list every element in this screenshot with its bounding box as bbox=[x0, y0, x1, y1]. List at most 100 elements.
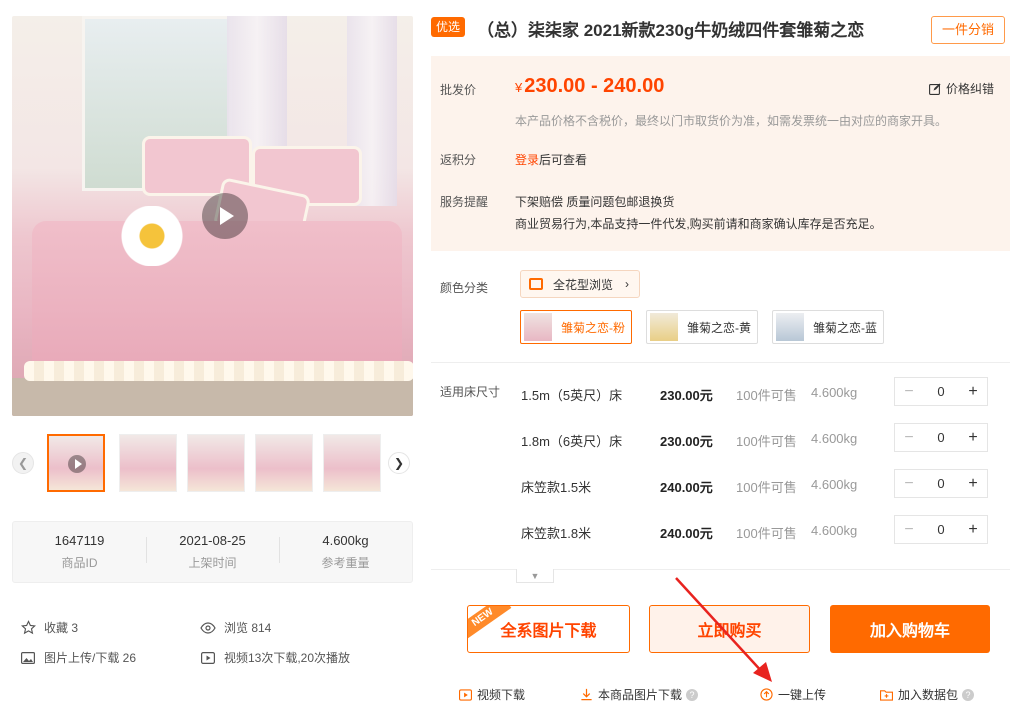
decrement-button[interactable]: − bbox=[895, 429, 923, 447]
price-panel: 批发价 ¥230.00 - 240.00 价格纠错 本产品价格不含税价，最终以门… bbox=[431, 56, 1010, 251]
bed-decoration bbox=[32, 221, 402, 376]
quantity-input[interactable]: 0 bbox=[923, 384, 959, 399]
help-icon[interactable]: ? bbox=[686, 688, 699, 701]
color-option-label: 雏菊之恋-黄 bbox=[687, 320, 751, 335]
folder-plus-icon bbox=[879, 688, 893, 702]
favorites-text: 收藏 3 bbox=[44, 621, 79, 635]
sku-price: 240.00元 bbox=[660, 526, 713, 541]
views-stat: 浏览 814 bbox=[200, 619, 271, 636]
chevron-right-icon: › bbox=[625, 277, 629, 291]
increment-button[interactable]: + bbox=[959, 475, 987, 493]
listing-date-value: 2021-08-25 bbox=[179, 533, 246, 548]
swatch-image bbox=[650, 313, 678, 341]
service-guarantee: 下架赔偿 质量问题包邮退换货 bbox=[515, 195, 675, 209]
increment-button[interactable]: + bbox=[959, 429, 987, 447]
help-icon[interactable]: ? bbox=[962, 688, 975, 701]
price-correction-link[interactable]: 价格纠错 bbox=[929, 80, 994, 97]
thumbnail-2[interactable] bbox=[119, 434, 177, 492]
eye-icon bbox=[200, 620, 216, 636]
download-all-images-button[interactable]: NEW 全系图片下载 bbox=[467, 605, 630, 653]
bed-size-label: 适用床尺寸 bbox=[440, 385, 501, 399]
tax-note: 本产品价格不含税价，最终以门市取货价为准，如需发票统一由对应的商家开具。 bbox=[515, 114, 948, 128]
video-download-link[interactable]: 视频下载 bbox=[458, 686, 525, 703]
add-to-cart-button[interactable]: 加入购物车 bbox=[830, 605, 990, 653]
quantity-stepper: − 0 + bbox=[894, 423, 988, 452]
distribute-button[interactable]: 一件分销 bbox=[931, 16, 1005, 44]
chevron-left-icon[interactable]: ❮ bbox=[12, 452, 34, 474]
increment-button[interactable]: + bbox=[959, 383, 987, 401]
thumbnail-3[interactable] bbox=[187, 434, 245, 492]
browse-all-patterns-label: 全花型浏览 bbox=[553, 277, 614, 292]
image-uploads-text: 图片上传/下载 26 bbox=[44, 651, 137, 665]
product-info-box: 1647119 商品ID 2021-08-25 上架时间 4.600kg 参考重… bbox=[12, 521, 413, 583]
product-title-row: 优选 （总）柒柒家 2021新款230g牛奶绒四件套雏菊之恋 一件分销 bbox=[431, 16, 1011, 44]
expand-toggle[interactable]: ▼ bbox=[516, 569, 554, 583]
quantity-stepper: − 0 + bbox=[894, 469, 988, 498]
image-download-link[interactable]: 本商品图片下载 ? bbox=[579, 686, 699, 703]
video-download-label: 视频下载 bbox=[477, 688, 526, 702]
thumbnail-5[interactable] bbox=[323, 434, 381, 492]
price-correction-text: 价格纠错 bbox=[946, 82, 995, 96]
views-text: 浏览 814 bbox=[224, 621, 272, 635]
points-label: 返积分 bbox=[440, 153, 477, 167]
login-link[interactable]: 登录 bbox=[515, 153, 539, 167]
quantity-input[interactable]: 0 bbox=[923, 476, 959, 491]
decrement-button[interactable]: − bbox=[895, 521, 923, 539]
weight-label: 参考重量 bbox=[321, 556, 370, 570]
buy-now-button[interactable]: 立即购买 bbox=[649, 605, 810, 653]
add-data-package-label: 加入数据包 bbox=[898, 688, 959, 702]
color-option-blue[interactable]: 雏菊之恋-蓝 bbox=[772, 310, 884, 344]
download-icon bbox=[579, 688, 593, 702]
sku-row: 床笠款1.8米 240.00元 100件可售 4.600kg − 0 + bbox=[521, 515, 991, 545]
sku-weight: 4.600kg bbox=[811, 385, 858, 400]
one-click-upload-link[interactable]: 一键上传 bbox=[759, 686, 826, 703]
play-video-icon[interactable] bbox=[202, 193, 248, 239]
product-id-value: 1647119 bbox=[54, 533, 105, 548]
sku-name: 床笠款1.5米 bbox=[521, 480, 592, 495]
image-icon bbox=[529, 278, 543, 290]
weight-value: 4.600kg bbox=[322, 533, 369, 548]
play-video-icon bbox=[68, 455, 86, 473]
increment-button[interactable]: + bbox=[959, 521, 987, 539]
quantity-input[interactable]: 0 bbox=[923, 522, 959, 537]
image-uploads-stat: 图片上传/下载 26 bbox=[20, 649, 136, 666]
download-all-images-label: 全系图片下载 bbox=[500, 623, 597, 640]
product-main-image[interactable] bbox=[12, 16, 413, 416]
video-icon bbox=[200, 650, 216, 666]
video-stat: 视频13次下载,20次播放 bbox=[200, 649, 350, 666]
color-option-yellow[interactable]: 雏菊之恋-黄 bbox=[646, 310, 758, 344]
sku-name: 1.5m（5英尺）床 bbox=[521, 388, 623, 403]
sku-row: 1.8m（6英尺）床 230.00元 100件可售 4.600kg − 0 + bbox=[521, 423, 991, 453]
thumbnail-4[interactable] bbox=[255, 434, 313, 492]
weight-cell: 4.600kg 参考重量 bbox=[279, 533, 412, 571]
color-option-label: 雏菊之恋-蓝 bbox=[813, 320, 877, 335]
thumbnail-1[interactable] bbox=[47, 434, 105, 492]
color-option-pink[interactable]: 雏菊之恋-粉 bbox=[520, 310, 632, 344]
favorites-stat[interactable]: 收藏 3 bbox=[20, 619, 78, 636]
decrement-button[interactable]: − bbox=[895, 475, 923, 493]
sku-name: 1.8m（6英尺）床 bbox=[521, 434, 623, 449]
upload-icon bbox=[759, 688, 773, 702]
sku-stock: 100件可售 bbox=[736, 388, 797, 403]
quantity-stepper: − 0 + bbox=[894, 377, 988, 406]
section-divider bbox=[431, 362, 1010, 363]
sku-weight: 4.600kg bbox=[811, 523, 858, 538]
service-note: 商业贸易行为,本品支持一件代发,购买前请和商家确认库存是否充足。 bbox=[515, 217, 882, 231]
sku-weight: 4.600kg bbox=[811, 431, 858, 446]
browse-all-patterns-button[interactable]: 全花型浏览 › bbox=[520, 270, 640, 298]
service-label: 服务提醒 bbox=[440, 195, 489, 209]
color-category-label: 颜色分类 bbox=[440, 281, 489, 295]
chevron-right-icon[interactable]: ❯ bbox=[388, 452, 410, 474]
quantity-stepper: − 0 + bbox=[894, 515, 988, 544]
sku-price: 230.00元 bbox=[660, 388, 713, 403]
decrement-button[interactable]: − bbox=[895, 383, 923, 401]
wholesale-price-label: 批发价 bbox=[440, 83, 477, 97]
product-id-label: 商品ID bbox=[61, 556, 98, 570]
sku-weight: 4.600kg bbox=[811, 477, 858, 492]
add-data-package-link[interactable]: 加入数据包 ? bbox=[879, 686, 975, 703]
sku-name: 床笠款1.8米 bbox=[521, 526, 592, 541]
quantity-input[interactable]: 0 bbox=[923, 430, 959, 445]
color-option-label: 雏菊之恋-粉 bbox=[561, 320, 625, 335]
product-id-cell: 1647119 商品ID bbox=[13, 533, 146, 571]
sku-stock: 100件可售 bbox=[736, 526, 797, 541]
